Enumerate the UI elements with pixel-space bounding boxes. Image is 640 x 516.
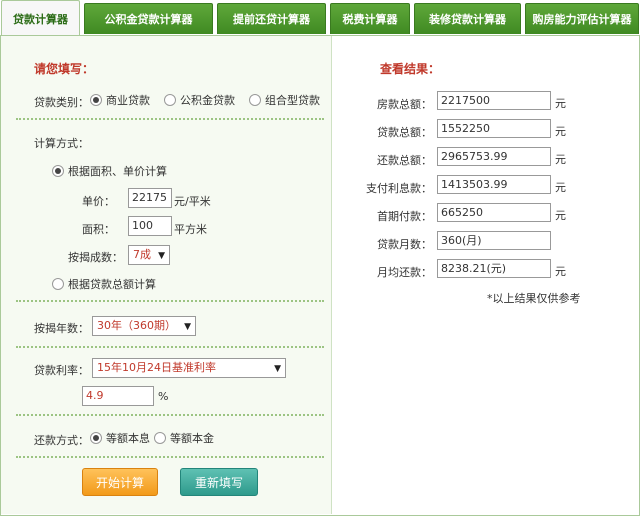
radio-by-area[interactable]: 根据面积、单价计算: [52, 163, 167, 179]
radio-icon: [52, 165, 64, 177]
unit-price-input[interactable]: 22175: [128, 188, 172, 208]
divider: [16, 300, 324, 302]
dropdown-caret-icon: ▼: [274, 364, 281, 374]
area-unit: 平方米: [174, 223, 207, 236]
result-label: 月均还款：: [377, 266, 432, 279]
result-label: 贷款总额：: [377, 126, 432, 139]
rate-input[interactable]: 4.9: [82, 386, 154, 406]
result-label: 还款总额：: [377, 154, 432, 167]
radio-icon: [154, 432, 166, 444]
rate-label: 贷款利率：: [34, 364, 89, 377]
divider: [16, 346, 324, 348]
reset-button[interactable]: 重新填写: [180, 468, 258, 496]
results-note: *以上结果仅供参考: [487, 292, 581, 305]
radio-equal-principal[interactable]: 等额本金: [154, 430, 214, 446]
years-select[interactable]: 30年（360期） ▼: [92, 316, 196, 336]
start-calculation-button[interactable]: 开始计算: [82, 468, 158, 496]
tab-bar: 贷款计算器 公积金贷款计算器 提前还贷计算器 税费计算器 装修贷款计算器 购房能…: [0, 0, 640, 36]
result-value: 2965753.99: [437, 147, 551, 166]
result-value: 360(月): [437, 231, 551, 250]
loan-type-label: 贷款类别：: [34, 96, 89, 109]
rate-select[interactable]: 15年10月24日基准利率 ▼: [92, 358, 286, 378]
dropdown-caret-icon: ▼: [184, 322, 191, 332]
result-value: 665250: [437, 203, 551, 222]
unit-price-label: 单价：: [82, 195, 115, 208]
tab-loan-calculator[interactable]: 贷款计算器: [1, 0, 80, 36]
result-unit: 元: [555, 125, 566, 138]
tab-housing-fund-calculator[interactable]: 公积金贷款计算器: [84, 3, 213, 34]
radio-housing-fund-loan[interactable]: 公积金贷款: [164, 92, 235, 108]
result-unit: 元: [555, 209, 566, 222]
radio-icon: [52, 278, 64, 290]
radio-commercial-loan[interactable]: 商业贷款: [90, 92, 150, 108]
tab-prepayment-calculator[interactable]: 提前还贷计算器: [217, 3, 326, 34]
tab-tax-calculator[interactable]: 税费计算器: [330, 3, 410, 34]
area-label: 面积：: [82, 223, 115, 236]
divider: [16, 414, 324, 416]
radio-icon: [90, 94, 102, 106]
result-label: 房款总额：: [377, 98, 432, 111]
area-input[interactable]: 100: [128, 216, 172, 236]
result-label: 首期付款：: [377, 210, 432, 223]
results-heading: 查看结果：: [380, 62, 441, 76]
result-label: 支付利息款：: [366, 182, 432, 195]
radio-icon: [90, 432, 102, 444]
mortgage-ratio-label: 按揭成数：: [68, 251, 123, 264]
result-value: 1552250: [437, 119, 551, 138]
radio-icon: [249, 94, 261, 106]
divider: [16, 456, 324, 458]
unit-price-unit: 元/平米: [174, 195, 211, 208]
result-unit: 元: [555, 153, 566, 166]
result-unit: 元: [555, 97, 566, 110]
tab-affordability-calculator[interactable]: 购房能力评估计算器: [525, 3, 639, 34]
radio-combined-loan[interactable]: 组合型贷款: [249, 92, 320, 108]
radio-by-total[interactable]: 根据贷款总额计算: [52, 276, 156, 292]
form-heading: 请您填写：: [34, 62, 95, 76]
dropdown-caret-icon: ▼: [158, 251, 165, 261]
result-unit: 元: [555, 181, 566, 194]
mortgage-ratio-select[interactable]: 7成 ▼: [128, 245, 170, 265]
years-label: 按揭年数：: [34, 322, 89, 335]
result-value: 8238.21(元): [437, 259, 551, 278]
tab-renovation-loan-calculator[interactable]: 装修贷款计算器: [414, 3, 521, 34]
repay-method-label: 还款方式：: [34, 434, 89, 447]
rate-unit: %: [158, 390, 169, 403]
radio-equal-installment[interactable]: 等额本息: [90, 430, 150, 446]
radio-icon: [164, 94, 176, 106]
divider: [16, 118, 324, 120]
result-value: 1413503.99: [437, 175, 551, 194]
result-unit: 元: [555, 265, 566, 278]
result-label: 贷款月数：: [377, 238, 432, 251]
result-value: 2217500: [437, 91, 551, 110]
calc-method-label: 计算方式：: [34, 137, 89, 150]
